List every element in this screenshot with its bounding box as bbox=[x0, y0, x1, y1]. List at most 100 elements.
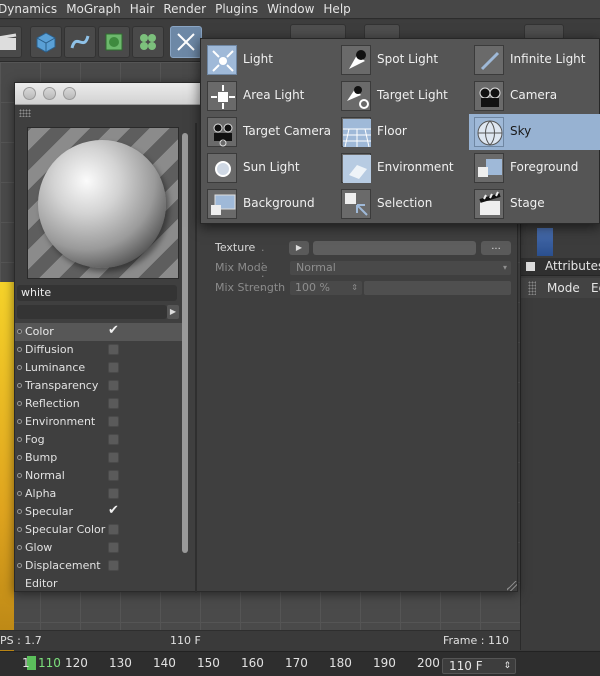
menu-mograph[interactable]: MoGraph bbox=[66, 2, 130, 16]
channel-row[interactable]: Displacement bbox=[15, 557, 185, 575]
deformer-icon[interactable] bbox=[132, 26, 164, 58]
menu-item-target-light[interactable]: Target Light bbox=[336, 78, 470, 114]
spot-light-icon bbox=[341, 45, 371, 75]
channel-row[interactable]: Color ✔ bbox=[15, 323, 185, 341]
menu-hair[interactable]: Hair bbox=[130, 2, 164, 16]
channel-row[interactable]: Bump bbox=[15, 449, 185, 467]
panel-toggle-icon[interactable] bbox=[526, 262, 535, 271]
texture-field[interactable] bbox=[313, 241, 476, 255]
texture-browse-button[interactable]: ... bbox=[481, 241, 511, 255]
object-icon[interactable] bbox=[537, 228, 553, 256]
texture-load-button[interactable]: ▶ bbox=[289, 241, 309, 255]
channel-checkbox[interactable] bbox=[108, 542, 119, 553]
channel-row[interactable]: Fog bbox=[15, 431, 185, 449]
channel-row[interactable]: Normal bbox=[15, 467, 185, 485]
channel-checkbox[interactable] bbox=[108, 470, 119, 481]
menu-item-target-camera[interactable]: Target Camera bbox=[202, 114, 336, 150]
infinite-light-icon bbox=[474, 45, 504, 75]
channel-dot-icon bbox=[17, 563, 22, 568]
timeline-tick-label: 140 bbox=[153, 656, 176, 670]
timeline-tick-label: 190 bbox=[373, 656, 396, 670]
menu-item-sun-light[interactable]: Sun Light bbox=[202, 150, 336, 186]
channel-checkbox-checked[interactable]: ✔ bbox=[108, 323, 119, 338]
menu-help[interactable]: Help bbox=[323, 2, 359, 16]
channel-row[interactable]: Alpha bbox=[15, 485, 185, 503]
grip-icon[interactable] bbox=[528, 281, 536, 295]
spline-icon[interactable] bbox=[64, 26, 96, 58]
minimize-button[interactable] bbox=[43, 87, 56, 100]
channel-row[interactable]: Luminance bbox=[15, 359, 185, 377]
channel-checkbox[interactable] bbox=[108, 488, 119, 499]
resize-grip-icon[interactable] bbox=[507, 581, 517, 591]
scrollbar-thumb[interactable] bbox=[182, 133, 188, 553]
foreground-icon bbox=[474, 153, 504, 183]
channel-label: Glow bbox=[25, 541, 53, 554]
preview-sphere bbox=[38, 140, 166, 268]
timeline[interactable]: 110 110 F ⇕ 120 130 140 150 160 170 180 190 200 1 bbox=[0, 651, 600, 676]
menu-item-floor[interactable]: Floor bbox=[336, 114, 470, 150]
material-preview[interactable] bbox=[27, 127, 179, 279]
menu-dynamics[interactable]: Dynamics bbox=[0, 2, 66, 16]
edit-menu[interactable]: Ed bbox=[591, 281, 600, 295]
menu-render[interactable]: Render bbox=[163, 2, 215, 16]
mix-strength-slider[interactable] bbox=[364, 281, 511, 295]
menu-plugins[interactable]: Plugins bbox=[215, 2, 267, 16]
material-name-field[interactable]: white bbox=[17, 285, 177, 301]
mix-strength-field[interactable]: 100 % ⇕ bbox=[290, 281, 362, 295]
area-light-icon bbox=[207, 81, 237, 111]
frame-field[interactable]: 110 F ⇕ bbox=[442, 658, 516, 674]
channel-label: Specular bbox=[25, 505, 74, 518]
dropdown-arrow-icon[interactable]: ▶ bbox=[167, 305, 179, 319]
frame-counter: Frame : 110 bbox=[443, 634, 509, 647]
channel-checkbox[interactable] bbox=[108, 416, 119, 427]
channel-checkbox[interactable] bbox=[108, 434, 119, 445]
floor-icon bbox=[341, 117, 371, 147]
channel-row[interactable]: Diffusion bbox=[15, 341, 185, 359]
channel-checkbox[interactable] bbox=[108, 560, 119, 571]
menu-item-area-light[interactable]: Area Light bbox=[202, 78, 336, 114]
menu-item-camera[interactable]: Camera bbox=[469, 78, 600, 114]
menu-item-environment[interactable]: Environment bbox=[336, 150, 470, 186]
menu-item-selection[interactable]: Selection bbox=[336, 186, 470, 222]
mode-menu[interactable]: Mode bbox=[547, 281, 580, 295]
channel-checkbox[interactable] bbox=[108, 524, 119, 535]
timeline-tick-label: 160 bbox=[241, 656, 264, 670]
current-frame-tick: 110 bbox=[38, 656, 61, 670]
channel-row[interactable]: Specular ✔ bbox=[15, 503, 185, 521]
channel-row[interactable]: Environment bbox=[15, 413, 185, 431]
menu-item-light[interactable]: Light bbox=[202, 42, 336, 78]
channel-row[interactable]: Glow bbox=[15, 539, 185, 557]
timeline-tick-label: 200 bbox=[417, 656, 440, 670]
channel-checkbox-checked[interactable]: ✔ bbox=[108, 503, 119, 518]
close-button[interactable] bbox=[23, 87, 36, 100]
light-tool-icon[interactable] bbox=[170, 26, 202, 58]
channel-label: Normal bbox=[25, 469, 65, 482]
channel-row[interactable]: Transparency bbox=[15, 377, 185, 395]
channel-checkbox[interactable] bbox=[108, 452, 119, 463]
channel-dot-icon bbox=[17, 383, 22, 388]
channel-row[interactable]: Reflection bbox=[15, 395, 185, 413]
clapper-icon[interactable] bbox=[0, 26, 22, 58]
fps-readout: PS : 1.7 bbox=[0, 634, 42, 647]
channel-row[interactable]: Editor bbox=[15, 575, 185, 593]
menu-item-sky[interactable]: Sky bbox=[469, 114, 600, 150]
cube-icon[interactable] bbox=[30, 26, 62, 58]
material-dropdown[interactable] bbox=[17, 305, 167, 319]
nurbs-icon[interactable] bbox=[98, 26, 130, 58]
pane-divider[interactable] bbox=[195, 123, 197, 593]
channel-checkbox[interactable] bbox=[108, 380, 119, 391]
menu-item-stage[interactable]: Stage bbox=[469, 186, 600, 222]
grip-icon[interactable] bbox=[19, 109, 31, 117]
menu-item-spot-light[interactable]: Spot Light bbox=[336, 42, 470, 78]
menu-item-background[interactable]: Background bbox=[202, 186, 336, 222]
channel-row[interactable]: Specular Color bbox=[15, 521, 185, 539]
menu-item-infinite-light[interactable]: Infinite Light bbox=[469, 42, 600, 78]
channel-checkbox[interactable] bbox=[108, 362, 119, 373]
mix-mode-dropdown[interactable]: Normal ▾ bbox=[290, 261, 511, 275]
zoom-button[interactable] bbox=[63, 87, 76, 100]
channel-checkbox[interactable] bbox=[108, 398, 119, 409]
channel-scrollbar[interactable] bbox=[181, 127, 189, 593]
menu-window[interactable]: Window bbox=[267, 2, 323, 16]
menu-item-foreground[interactable]: Foreground bbox=[469, 150, 600, 186]
channel-checkbox[interactable] bbox=[108, 344, 119, 355]
